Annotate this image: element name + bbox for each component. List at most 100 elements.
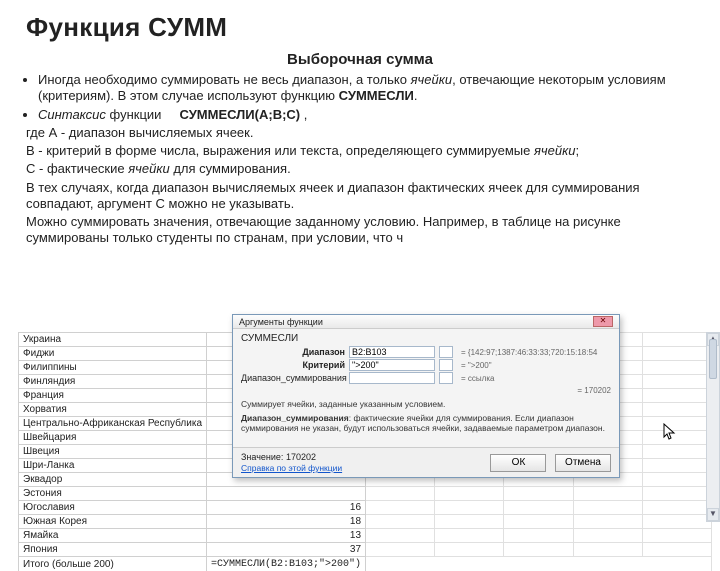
cell-empty[interactable] [642, 501, 711, 515]
cell-empty[interactable] [366, 557, 712, 571]
cell-empty[interactable] [504, 543, 573, 557]
dialog-arg-row: Критерий= ">200" [241, 359, 611, 371]
cell-empty[interactable] [435, 543, 504, 557]
cell-empty[interactable] [573, 515, 642, 529]
t-bold: СУММЕСЛИ [339, 88, 414, 103]
cell-empty[interactable] [642, 417, 711, 431]
arg-input[interactable] [349, 359, 435, 371]
cell-empty[interactable] [573, 529, 642, 543]
t-em: ячейки [411, 72, 453, 87]
help-link[interactable]: Справка по этой функции [241, 463, 342, 473]
cell-empty[interactable] [366, 487, 435, 501]
table-row[interactable]: Ямайка13 [19, 529, 712, 543]
cell-empty[interactable] [504, 487, 573, 501]
cell-empty[interactable] [642, 515, 711, 529]
table-row[interactable]: Эстония [19, 487, 712, 501]
cell-empty[interactable] [642, 361, 711, 375]
cell-empty[interactable] [642, 347, 711, 361]
t-em: ячейки [534, 143, 576, 158]
table-row[interactable]: Южная Корея18 [19, 515, 712, 529]
t-bold: СУММЕСЛИ(А;В;С) [179, 107, 300, 122]
cell-value[interactable]: 13 [207, 529, 366, 543]
cell-empty[interactable] [642, 431, 711, 445]
total-row[interactable]: Итого (больше 200)=СУММЕСЛИ(B2:B103;">20… [19, 557, 712, 571]
cell-empty[interactable] [504, 501, 573, 515]
dialog-title: Аргументы функции [239, 317, 323, 327]
cell-value[interactable]: 16 [207, 501, 366, 515]
cell-empty[interactable] [642, 445, 711, 459]
scroll-down-button[interactable]: ▼ [707, 508, 719, 521]
cell-empty[interactable] [504, 515, 573, 529]
cell-empty[interactable] [642, 459, 711, 473]
cell-country[interactable]: Ямайка [19, 529, 207, 543]
cell-country[interactable]: Финляндия [19, 375, 207, 389]
table-row[interactable]: Япония37 [19, 543, 712, 557]
cell-empty[interactable] [573, 543, 642, 557]
cell-empty[interactable] [366, 529, 435, 543]
cell-empty[interactable] [573, 501, 642, 515]
vertical-scrollbar[interactable]: ▲ ▼ [706, 332, 720, 522]
range-picker-icon[interactable] [439, 359, 453, 371]
cell-empty[interactable] [573, 487, 642, 501]
cell-empty[interactable] [435, 529, 504, 543]
cell-value[interactable]: 18 [207, 515, 366, 529]
cell-country[interactable]: Швеция [19, 445, 207, 459]
cell-country[interactable]: Швейцария [19, 431, 207, 445]
cell-country[interactable]: Украина [19, 333, 207, 347]
range-picker-icon[interactable] [439, 372, 453, 384]
cell-total-label[interactable]: Итого (больше 200) [19, 557, 207, 571]
close-icon[interactable]: ✕ [593, 316, 613, 327]
cell-value[interactable] [207, 487, 366, 501]
scroll-thumb[interactable] [709, 339, 717, 379]
page-title: Функция СУММ [26, 12, 694, 43]
t: ; [576, 143, 580, 158]
arg-input[interactable] [349, 372, 435, 384]
cell-empty[interactable] [642, 529, 711, 543]
cell-empty[interactable] [366, 501, 435, 515]
arg-eval: = ">200" [461, 361, 492, 370]
cell-empty[interactable] [642, 473, 711, 487]
function-arguments-dialog: Аргументы функции ✕ СУММЕСЛИ Диапазон= {… [232, 314, 620, 478]
para-1: В тех случаях, когда диапазон вычисляемы… [26, 180, 694, 213]
arg-input[interactable] [349, 346, 435, 358]
range-picker-icon[interactable] [439, 346, 453, 358]
dialog-result: Значение: 170202 [241, 452, 342, 462]
cell-country[interactable]: Фиджи [19, 347, 207, 361]
cell-empty[interactable] [366, 515, 435, 529]
cell-empty[interactable] [366, 543, 435, 557]
cell-country[interactable]: Хорватия [19, 403, 207, 417]
cell-empty[interactable] [642, 333, 711, 347]
cell-empty[interactable] [642, 389, 711, 403]
cell-country[interactable]: Филиппины [19, 361, 207, 375]
cell-country[interactable]: Япония [19, 543, 207, 557]
cell-empty[interactable] [642, 487, 711, 501]
cell-country[interactable]: Эквадор [19, 473, 207, 487]
line-b: В - критерий в форме числа, выражения ил… [26, 143, 694, 159]
cell-country[interactable]: Южная Корея [19, 515, 207, 529]
t: , [300, 107, 307, 122]
cell-empty[interactable] [435, 487, 504, 501]
arg-label: Диапазон [241, 347, 345, 357]
cell-formula[interactable]: =СУММЕСЛИ(B2:B103;">200") [207, 557, 366, 571]
dialog-hint: Диапазон_суммирования: фактические ячейк… [241, 413, 611, 433]
cell-country[interactable]: Франция [19, 389, 207, 403]
cell-country[interactable]: Эстония [19, 487, 207, 501]
cell-empty[interactable] [435, 515, 504, 529]
dialog-function-name: СУММЕСЛИ [241, 333, 611, 344]
table-row[interactable]: Югославия16 [19, 501, 712, 515]
dialog-arg-row: Диапазон_суммирования= ссылка [241, 372, 611, 384]
line-c: С - фактические ячейки для суммирования. [26, 161, 694, 177]
cell-empty[interactable] [642, 375, 711, 389]
cell-country[interactable]: Шри-Ланка [19, 459, 207, 473]
subtitle: Выборочная сумма [26, 51, 694, 68]
cell-empty[interactable] [504, 529, 573, 543]
ok-button[interactable]: ОК [490, 454, 546, 472]
cell-empty[interactable] [642, 403, 711, 417]
cancel-button[interactable]: Отмена [555, 454, 611, 472]
t: Иногда необходимо суммировать не весь ди… [38, 72, 411, 87]
cell-country[interactable]: Центрально-Африканская Республика [19, 417, 207, 431]
cell-empty[interactable] [435, 501, 504, 515]
cell-value[interactable]: 37 [207, 543, 366, 557]
cell-country[interactable]: Югославия [19, 501, 207, 515]
cell-empty[interactable] [642, 543, 711, 557]
